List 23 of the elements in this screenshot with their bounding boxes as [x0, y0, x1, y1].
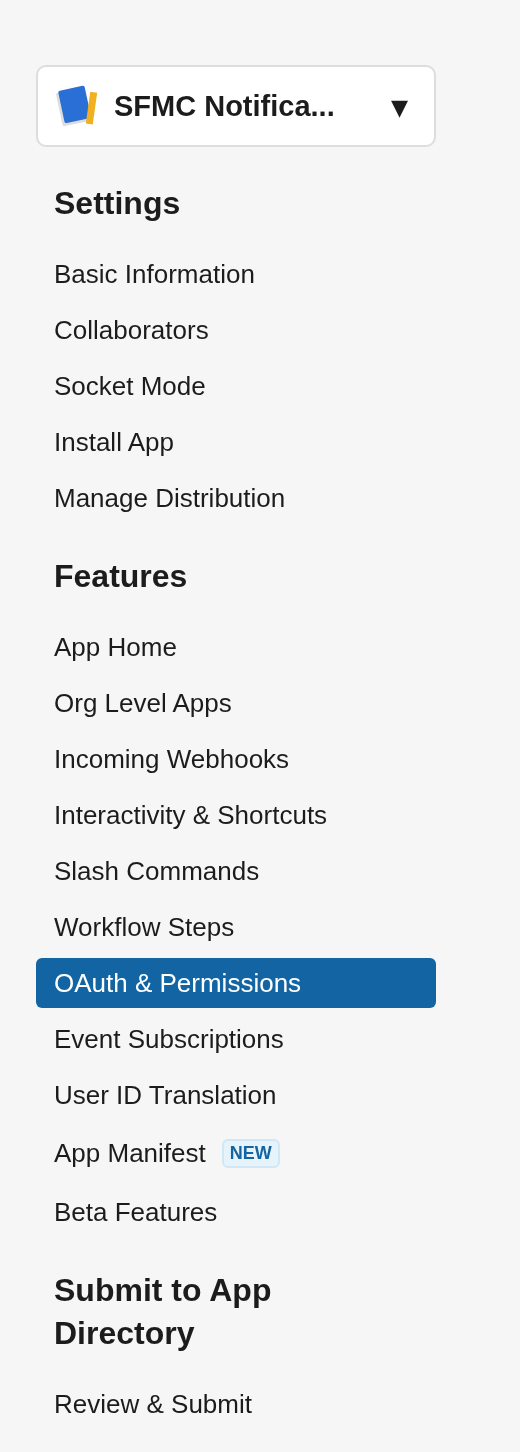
- section-heading: Features: [54, 557, 189, 596]
- nav-item[interactable]: Incoming Webhooks: [36, 731, 436, 787]
- nav-item[interactable]: App Home: [36, 619, 436, 675]
- nav-item[interactable]: Slash Commands: [36, 843, 436, 899]
- nav-item[interactable]: App Manifest: [54, 1138, 206, 1169]
- nav-item[interactable]: Workflow Steps: [36, 899, 436, 955]
- section-heading: Submit to App Directory: [54, 1271, 273, 1353]
- book-icon: [56, 84, 100, 128]
- nav-item[interactable]: Beta Features: [36, 1184, 436, 1240]
- nav-item[interactable]: Manage Distribution: [36, 470, 436, 526]
- section-heading: Settings: [54, 184, 182, 223]
- nav-item[interactable]: Collaborators: [36, 302, 436, 358]
- nav-item[interactable]: Interactivity & Shortcuts: [36, 787, 436, 843]
- nav-item[interactable]: Event Subscriptions: [36, 1011, 436, 1067]
- nav-item[interactable]: Install App: [36, 414, 436, 470]
- nav-item[interactable]: Basic Information: [36, 246, 436, 302]
- new-badge: NEW: [221, 1139, 280, 1168]
- nav-item[interactable]: Review & Submit: [36, 1376, 436, 1432]
- nav-item[interactable]: OAuth & Permissions: [36, 958, 436, 1008]
- nav-item[interactable]: User ID Translation: [36, 1067, 436, 1123]
- nav-item[interactable]: Org Level Apps: [36, 675, 436, 731]
- nav-item[interactable]: Socket Mode: [36, 358, 436, 414]
- app-selector[interactable]: SFMC Notifica... ▾: [36, 65, 436, 147]
